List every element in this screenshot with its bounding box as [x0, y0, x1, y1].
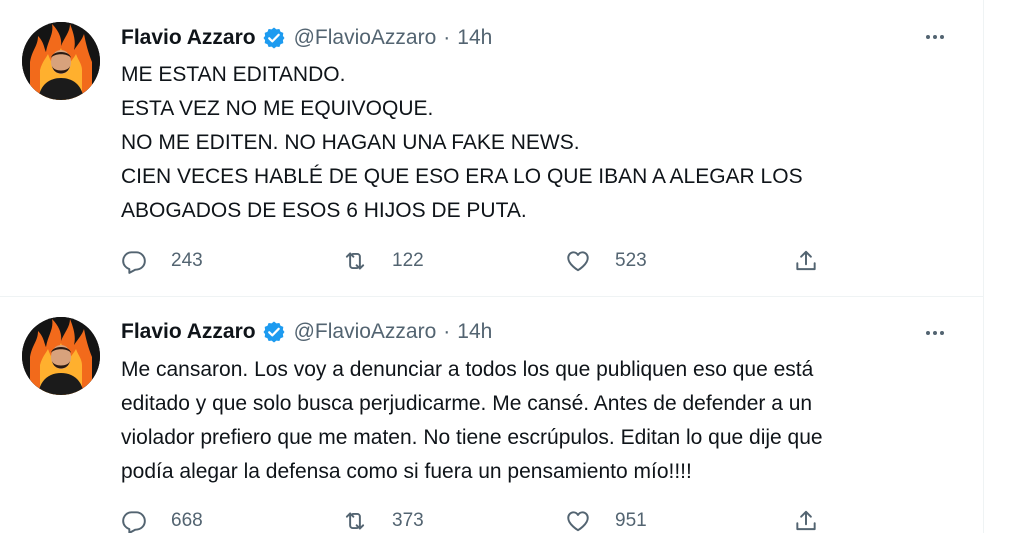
- heart-icon: [567, 251, 589, 272]
- reply-count: 243: [171, 250, 203, 271]
- retweet-icon: [345, 252, 365, 270]
- tweet[interactable]: Flavio Azzaro @FlavioAzzaro · 14h Me can…: [0, 297, 983, 533]
- author-handle[interactable]: @FlavioAzzaro: [294, 26, 437, 50]
- avatar-image: [22, 22, 100, 100]
- avatar[interactable]: [22, 22, 100, 100]
- tweet-text: Me cansaron. Los voy a denunciar a todos…: [121, 353, 943, 489]
- retweet-count: 373: [392, 510, 424, 531]
- author-handle[interactable]: @FlavioAzzaro: [294, 320, 437, 344]
- tweet-text-line: ME ESTAN EDITANDO.: [121, 63, 346, 86]
- tweet[interactable]: Flavio Azzaro @FlavioAzzaro · 14h ME EST…: [0, 0, 983, 297]
- tweet-text-line: NO ME EDITEN. NO HAGAN UNA FAKE NEWS.: [121, 131, 580, 154]
- like-button[interactable]: 523: [565, 246, 647, 276]
- retweet-button[interactable]: 122: [342, 246, 424, 276]
- like-count: 523: [615, 250, 647, 271]
- tweet-header: Flavio Azzaro @FlavioAzzaro · 14h: [121, 317, 492, 347]
- like-count: 951: [615, 510, 647, 531]
- author-name[interactable]: Flavio Azzaro: [121, 320, 256, 344]
- tweet-text-line: Me cansaron. Los voy a denunciar a todos…: [121, 358, 814, 381]
- author-name[interactable]: Flavio Azzaro: [121, 26, 256, 50]
- tweet-text-line: violador prefiero que me maten. No tiene…: [121, 426, 823, 449]
- reply-button[interactable]: 668: [121, 506, 203, 533]
- verified-badge-icon: [262, 320, 286, 344]
- like-button[interactable]: 951: [565, 506, 647, 533]
- heart-icon: [567, 511, 589, 532]
- avatar-image: [22, 317, 100, 395]
- share-icon: [796, 250, 816, 271]
- tweet-text-line: ABOGADOS DE ESOS 6 HIJOS DE PUTA.: [121, 199, 527, 222]
- reply-button[interactable]: 243: [121, 246, 203, 276]
- reply-icon: [122, 511, 146, 533]
- share-button[interactable]: [793, 246, 819, 276]
- more-horizontal-icon[interactable]: [915, 318, 955, 348]
- tweet-timestamp[interactable]: 14h: [457, 320, 492, 344]
- tweet-text-line: CIEN VECES HABLÉ DE QUE ESO ERA LO QUE I…: [121, 165, 803, 188]
- more-horizontal-icon[interactable]: [915, 22, 955, 52]
- tweet-text-line: ESTA VEZ NO ME EQUIVOQUE.: [121, 97, 434, 120]
- timeline: Flavio Azzaro @FlavioAzzaro · 14h ME EST…: [0, 0, 984, 533]
- avatar[interactable]: [22, 317, 100, 395]
- tweet-text: ME ESTAN EDITANDO. ESTA VEZ NO ME EQUIVO…: [121, 58, 943, 228]
- tweet-timestamp[interactable]: 14h: [457, 26, 492, 50]
- reply-icon: [122, 251, 146, 274]
- retweet-icon: [345, 512, 365, 530]
- share-button[interactable]: [793, 506, 819, 533]
- retweet-count: 122: [392, 250, 424, 271]
- separator-dot: ·: [443, 26, 451, 49]
- separator-dot: ·: [443, 320, 451, 343]
- reply-count: 668: [171, 510, 203, 531]
- share-icon: [796, 510, 816, 531]
- tweet-text-line: editado y que solo busca perjudicarme. M…: [121, 392, 813, 415]
- tweet-text-line: podía alegar la defensa como si fuera un…: [121, 460, 692, 483]
- verified-badge-icon: [262, 26, 286, 50]
- retweet-button[interactable]: 373: [342, 506, 424, 533]
- tweet-header: Flavio Azzaro @FlavioAzzaro · 14h: [121, 23, 492, 53]
